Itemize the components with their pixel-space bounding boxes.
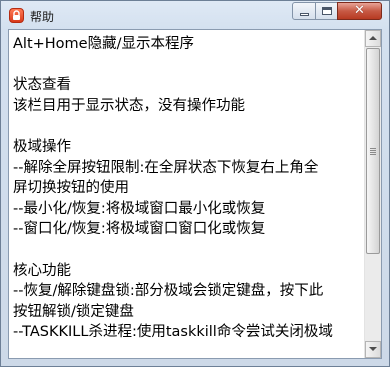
help-text-line: 极域操作 [13,138,71,155]
thumb-grip [370,154,376,155]
close-button[interactable]: ✕ [337,2,382,20]
help-text-line: 核心功能 [13,262,71,279]
help-text-line: --恢复/解除键盘锁:部分极域会锁定键盘，按下此 [13,283,324,300]
help-text-line: 该栏目用于显示状态，没有操作功能 [13,97,245,114]
maximize-button[interactable] [315,2,338,20]
help-text-line: 状态查看 [13,77,71,94]
help-text-line: --TASKKILL杀进程:使用taskkill命令尝试关闭极域 [13,324,333,341]
thumb-grip [370,150,376,151]
help-text-line: --解除全屏按钮限制:在全屏状态下恢复右上角全 [13,159,319,176]
thumb-grip [370,148,376,149]
arrow-down-icon [369,347,377,351]
scroll-down-button[interactable] [365,341,381,358]
thumb-grip [370,152,376,153]
lock-icon [9,8,24,23]
help-text-line [13,240,363,261]
help-text-line: --最小化/恢复:将极域窗口最小化或恢复 [13,200,266,217]
help-text-box[interactable]: Alt+Home隐藏/显示本程序 状态查看该栏目用于显示状态，没有操作功能 极域操作… [8,29,382,359]
window-title: 帮助 [30,10,55,24]
vertical-scrollbar[interactable] [364,30,381,358]
help-text-line [13,55,363,76]
help-window: 帮助 ✕ Alt+Home隐藏/显示本程序 状态查看该栏目用于显示状态，没有操作功… [0,0,390,367]
close-icon: ✕ [354,3,365,18]
help-text-line: 屏切换按钮的使用 [13,180,129,197]
help-text-line [13,116,363,137]
help-text-line: 按钮解锁/锁定键盘 [13,303,134,320]
help-text-line: Alt+Home隐藏/显示本程序 [13,36,194,52]
scroll-up-button[interactable] [365,30,381,47]
arrow-up-icon [369,36,377,40]
help-text[interactable]: Alt+Home隐藏/显示本程序 状态查看该栏目用于显示状态，没有操作功能 极域操作… [10,31,363,357]
minimize-button[interactable] [292,2,316,20]
scroll-thumb[interactable] [366,48,380,254]
title-bar[interactable]: 帮助 ✕ [1,1,389,29]
help-text-line: --窗口化/恢复:将极域窗口窗口化或恢复 [13,221,266,238]
